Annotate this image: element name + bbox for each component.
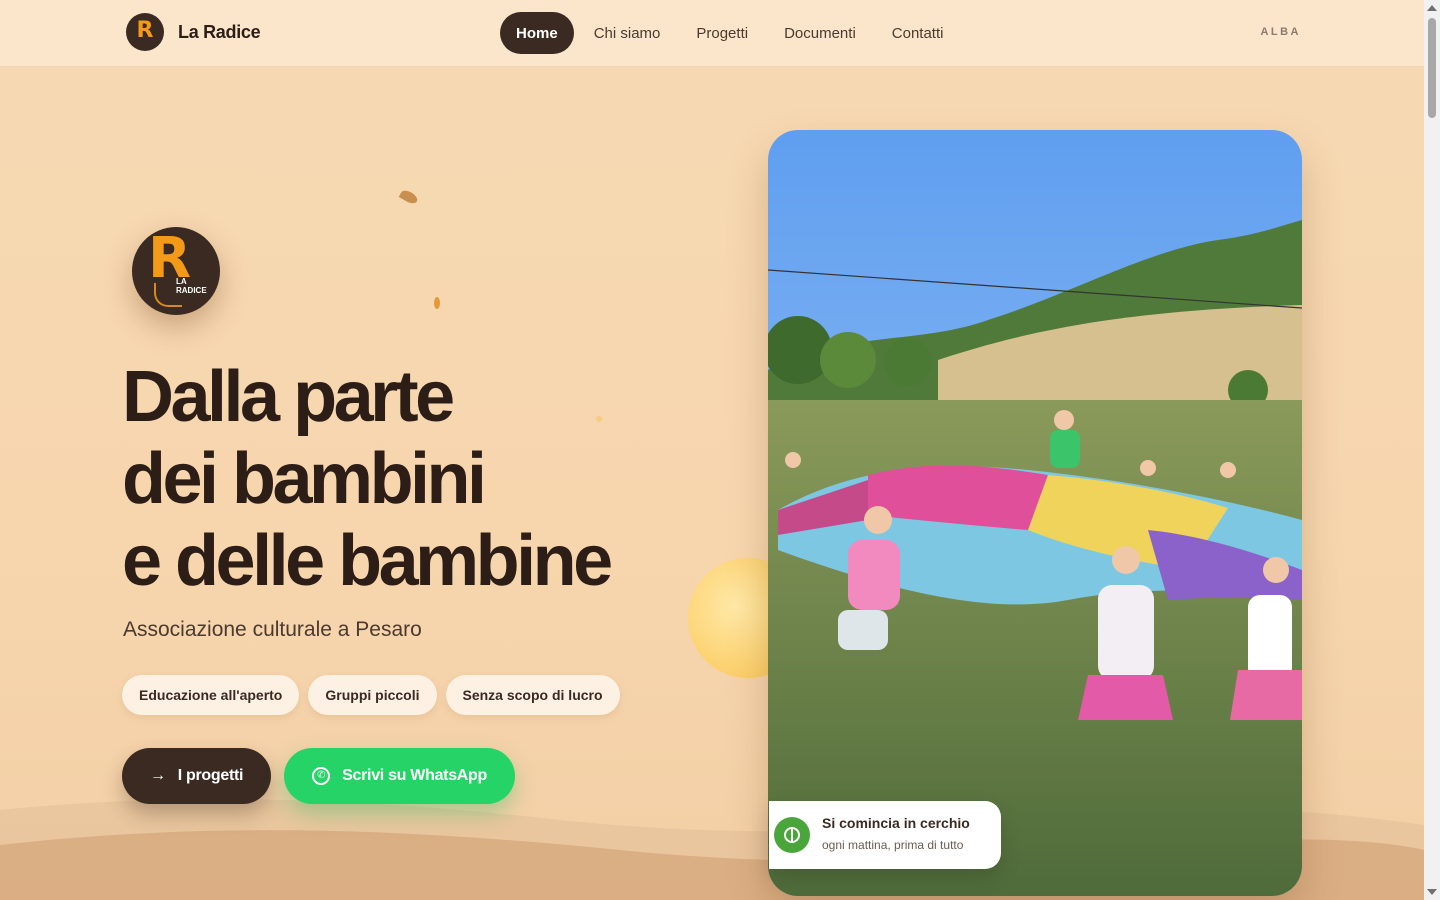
decorative-leaf — [434, 297, 440, 309]
photo-caption-subtitle: ogni mattina, prima di tutto — [822, 838, 964, 852]
projects-button-label: I progetti — [177, 767, 244, 784]
chip-non-profit: Senza scopo di lucro — [445, 675, 620, 715]
hero-photo — [768, 130, 1302, 896]
whatsapp-button[interactable]: ✆ Scrivi su WhatsApp — [284, 748, 516, 804]
nav-item-contatti[interactable]: Contatti — [876, 12, 960, 54]
scroll-thumb[interactable] — [1428, 18, 1436, 118]
headline-line-2: dei bambini — [122, 439, 487, 519]
headline-line-3: e delle bambine — [122, 521, 613, 601]
brand-link[interactable]: R La Radice — [126, 13, 261, 51]
main-nav: Home Chi siamo Progetti Documenti Contat… — [500, 12, 963, 54]
nav-item-documenti[interactable]: Documenti — [768, 12, 872, 54]
chip-outdoor-education: Educazione all'aperto — [122, 675, 300, 715]
photo-caption-card: Si comincia in cerchio ogni mattina, pri… — [769, 801, 1001, 869]
brand-logo-letter: R — [136, 17, 154, 43]
whatsapp-icon: ✆ — [312, 767, 331, 785]
hero-logo: R LA RADICE — [132, 227, 220, 315]
hero-photo-illustration — [768, 130, 1302, 896]
whatsapp-button-label: Scrivi su WhatsApp — [342, 767, 488, 784]
hero-headline: Dalla parte dei bambini e delle bambine — [122, 356, 722, 602]
scroll-down-icon[interactable] — [1427, 889, 1437, 895]
scroll-up-icon[interactable] — [1427, 5, 1437, 11]
photo-caption-title: Si comincia in cerchio — [822, 815, 970, 831]
header-right-label[interactable]: ALBA — [1260, 26, 1301, 38]
headline-line-1: Dalla parte — [122, 357, 455, 437]
brand-logo: R — [126, 13, 164, 51]
top-navigation-bar: R La Radice Home Chi siamo Progetti Docu… — [0, 0, 1424, 67]
brand-name: La Radice — [178, 21, 261, 42]
nav-item-home[interactable]: Home — [500, 12, 574, 54]
hero-subtitle: Associazione culturale a Pesaro — [123, 618, 422, 641]
page-scrollbar[interactable] — [1424, 0, 1440, 900]
decorative-leaf — [398, 188, 420, 206]
nav-item-chi-siamo[interactable]: Chi siamo — [578, 12, 677, 54]
chip-small-groups: Gruppi piccoli — [308, 675, 437, 715]
circle-icon — [774, 817, 810, 853]
cta-row: → I progetti ✆ Scrivi su WhatsApp — [122, 748, 516, 804]
arrow-right-icon: → — [150, 767, 166, 784]
nav-item-progetti[interactable]: Progetti — [680, 12, 764, 54]
projects-button[interactable]: → I progetti — [122, 748, 272, 804]
feature-chips: Educazione all'aperto Gruppi piccoli Sen… — [122, 675, 620, 715]
hero-logo-text: LA RADICE — [176, 277, 207, 295]
